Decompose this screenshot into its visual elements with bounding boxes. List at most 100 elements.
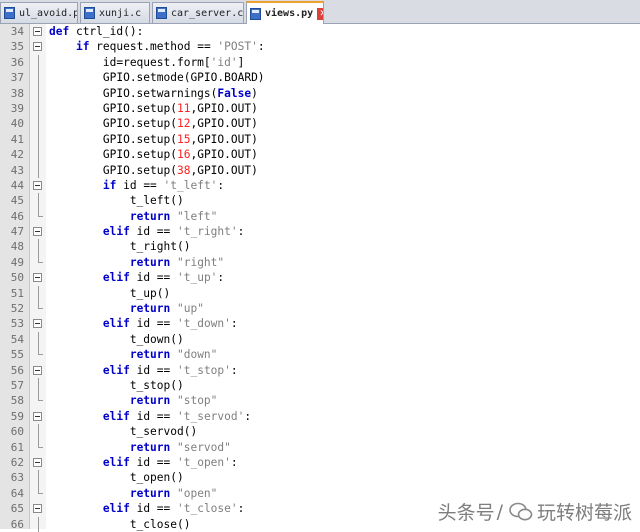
code-text: elif id == 't_servod': <box>49 409 251 424</box>
tab-ul-avoid[interactable]: ul_avoid.py <box>0 2 78 23</box>
code-line[interactable]: 62 elif id == 't_open': <box>0 455 640 470</box>
code-token: 12 <box>176 117 191 131</box>
fold-end-marker <box>38 393 43 402</box>
close-icon[interactable]: ✕ <box>317 7 323 20</box>
code-line[interactable]: 34 def ctrl_id(): <box>0 24 640 39</box>
code-text: return "down" <box>49 347 218 362</box>
fold-line-marker <box>38 331 39 348</box>
line-number: 34 <box>10 25 24 38</box>
fold-toggle-icon[interactable] <box>33 180 42 190</box>
code-token: GPIO.setup( <box>49 132 177 146</box>
code-token: GPIO.setwarnings( <box>49 86 218 100</box>
fold-end-marker <box>38 208 43 217</box>
line-number: 54 <box>10 332 24 346</box>
code-line[interactable]: 58 return "stop" <box>0 393 640 408</box>
fold-toggle-icon[interactable] <box>33 319 42 329</box>
code-line[interactable]: 42 GPIO.setup(16,GPIO.OUT) <box>0 147 640 163</box>
code-line[interactable]: 52 return "up" <box>0 301 640 316</box>
fold-toggle-icon[interactable] <box>33 411 42 421</box>
line-number: 58 <box>10 394 24 408</box>
code-line[interactable]: 63 t_open() <box>0 470 640 486</box>
code-line[interactable]: 41 GPIO.setup(15,GPIO.OUT) <box>0 131 640 148</box>
code-line[interactable]: 39 GPIO.setup(11,GPIO.OUT) <box>0 100 640 117</box>
code-token: GPIO.setup( <box>49 163 177 177</box>
code-line[interactable]: 57 t_stop() <box>0 377 640 394</box>
code-text: id=request.form['id'] <box>49 55 244 70</box>
code-token: elif <box>102 225 137 239</box>
code-token: ) <box>251 86 258 100</box>
line-number: 49 <box>10 255 24 269</box>
code-text: elif id == 't_stop': <box>49 363 238 378</box>
code-line[interactable]: 56 elif id == 't_stop': <box>0 363 640 378</box>
code-line[interactable]: 60 t_servod() <box>0 424 640 440</box>
code-text: GPIO.setup(15,GPIO.OUT) <box>49 132 258 147</box>
tab-xunji[interactable]: xunji.c <box>80 2 150 23</box>
fold-toggle-icon[interactable] <box>33 42 42 52</box>
code-token: GPIO.setup( <box>49 101 177 115</box>
fold-toggle-icon[interactable] <box>33 504 42 514</box>
code-token: id == <box>136 409 177 423</box>
tab-car-server[interactable]: car_server.c <box>152 2 244 23</box>
code-token: if <box>102 178 124 192</box>
code-line[interactable]: 40 GPIO.setup(12,GPIO.OUT) <box>0 116 640 132</box>
fold-toggle-icon[interactable] <box>33 365 42 375</box>
code-line[interactable]: 59 elif id == 't_servod': <box>0 409 640 424</box>
fold-line-marker <box>38 193 39 209</box>
code-text: GPIO.setmode(GPIO.BOARD) <box>49 70 265 85</box>
code-line[interactable]: 61 return "servod" <box>0 439 640 455</box>
code-text: t_up() <box>49 286 170 301</box>
code-text: if request.method == 'POST': <box>49 39 265 54</box>
line-number: 56 <box>10 363 24 377</box>
fold-line-marker <box>38 70 39 86</box>
code-editor[interactable]: 34 def ctrl_id(): 35 if request.method == … <box>0 24 640 532</box>
code-line[interactable]: 45 t_left() <box>0 193 640 209</box>
fold-line-marker <box>38 239 39 255</box>
code-line[interactable]: 38 GPIO.setwarnings(False) <box>0 85 640 101</box>
code-line[interactable]: 50 elif id == 't_up': <box>0 270 640 285</box>
code-line[interactable]: 43 GPIO.setup(38,GPIO.OUT) <box>0 162 640 178</box>
code-token: ctrl_id(): <box>75 25 144 38</box>
fold-line-marker <box>38 516 39 532</box>
fold-toggle-icon[interactable] <box>33 273 42 283</box>
code-token: "servod" <box>176 440 231 454</box>
code-line[interactable]: 36 id=request.form['id'] <box>0 54 640 71</box>
code-text: t_close() <box>49 517 191 532</box>
code-token: 't_left' <box>163 178 218 192</box>
tab-views-active[interactable]: views.py ✕ <box>246 1 324 24</box>
code-text: GPIO.setup(38,GPIO.OUT) <box>49 163 258 178</box>
code-line[interactable]: 37 GPIO.setmode(GPIO.BOARD) <box>0 70 640 86</box>
code-token: : <box>217 271 225 285</box>
fold-toggle-icon[interactable] <box>33 457 42 467</box>
line-number: 40 <box>10 117 24 131</box>
code-line[interactable]: 47 elif id == 't_right': <box>0 224 640 239</box>
fold-toggle-icon[interactable] <box>33 27 42 36</box>
line-number: 39 <box>10 101 24 115</box>
line-number: 35 <box>10 40 24 54</box>
line-number: 57 <box>10 378 24 392</box>
code-line[interactable]: 51 t_up() <box>0 285 640 302</box>
code-text: GPIO.setup(12,GPIO.OUT) <box>49 116 258 131</box>
code-line[interactable]: 48 t_right() <box>0 239 640 255</box>
code-text: return "servod" <box>49 440 231 455</box>
code-token: GPIO.setmode(GPIO.BOARD) <box>49 71 265 85</box>
code-line[interactable]: 44 if id == 't_left': <box>0 178 640 193</box>
fold-toggle-icon[interactable] <box>33 227 42 237</box>
code-text: return "left" <box>49 209 218 224</box>
fold-line-marker <box>38 100 39 117</box>
code-token: id=request.form[ <box>49 55 211 69</box>
code-line[interactable]: 53 elif id == 't_down': <box>0 316 640 331</box>
code-token: : <box>237 502 245 516</box>
code-line[interactable]: 46 return "left" <box>0 208 640 224</box>
code-line[interactable]: 55 return "down" <box>0 347 640 362</box>
code-line[interactable]: 49 return "right" <box>0 254 640 270</box>
fold-end-marker <box>38 485 43 494</box>
code-line[interactable]: 54 t_down() <box>0 331 640 348</box>
code-line[interactable]: 35 if request.method == 'POST': <box>0 39 640 54</box>
code-token: elif <box>102 409 137 423</box>
c-file-icon <box>156 7 167 19</box>
code-token: 't_open' <box>177 455 231 469</box>
code-token: 'id' <box>210 55 238 69</box>
